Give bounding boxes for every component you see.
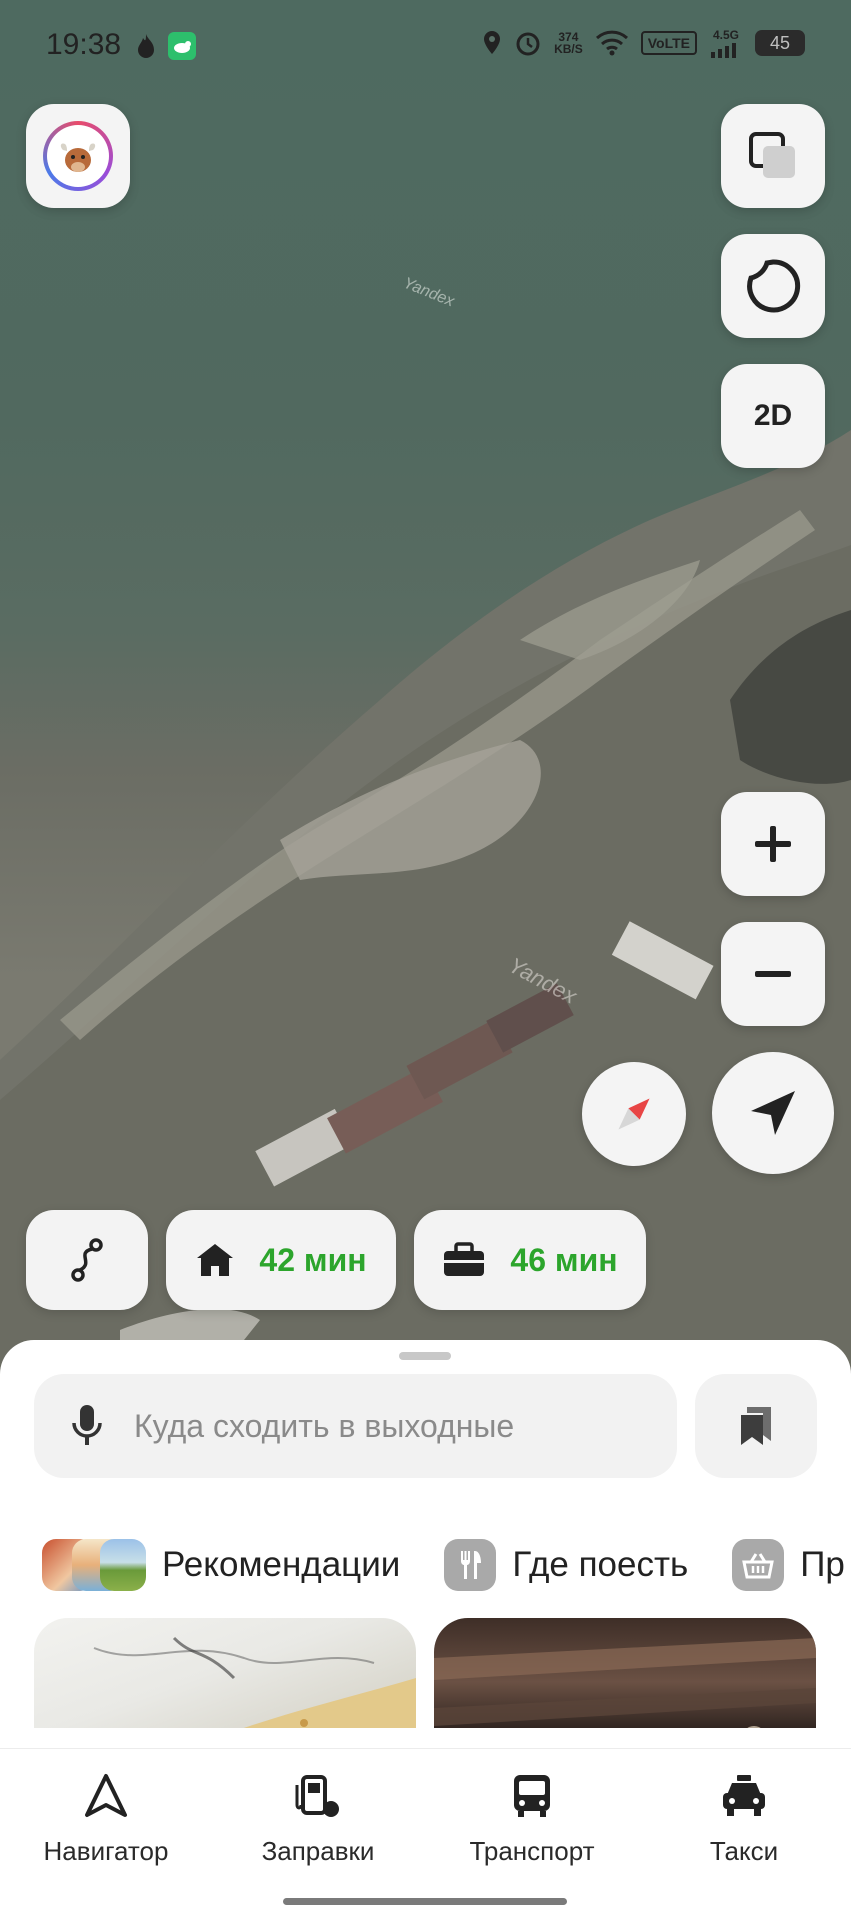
home-icon [197, 1244, 234, 1276]
nav-navigator[interactable]: Навигатор [6, 1773, 206, 1867]
nav-gas-stations[interactable]: Заправки [218, 1773, 418, 1867]
status-time: 19:38 [46, 28, 122, 61]
location-icon [482, 30, 502, 56]
route-icon [71, 1238, 103, 1282]
recommendation-cards[interactable] [34, 1618, 851, 1728]
signal-indicator: 4.5G [709, 28, 743, 58]
network-speed: 374 KB/S [554, 30, 583, 56]
nav-taxi[interactable]: Такси [644, 1773, 844, 1867]
profile-button[interactable] [26, 104, 130, 208]
battery-level: 45 [769, 32, 791, 53]
compass-button[interactable] [582, 1062, 686, 1166]
nav-label: Навигатор [43, 1836, 169, 1866]
yak-avatar-icon [60, 143, 96, 172]
zoom-in-button[interactable] [721, 792, 825, 896]
network-type: 4.5G [712, 28, 739, 42]
bookmarks-button[interactable] [695, 1374, 817, 1478]
recommendations-thumbnails [42, 1539, 146, 1591]
map-style-button[interactable] [721, 234, 825, 338]
category-recommendations[interactable]: Рекомендации [42, 1539, 400, 1591]
minus-icon [755, 971, 791, 977]
recommendation-card[interactable] [434, 1618, 816, 1728]
satellite-imagery [0, 430, 851, 1400]
category-label: Где поесть [512, 1545, 689, 1584]
map-view[interactable]: Yandex Yandex [0, 0, 851, 1400]
nav-transport[interactable]: Транспорт [432, 1773, 632, 1867]
bus-icon [514, 1775, 550, 1817]
nav-label: Заправки [261, 1836, 375, 1866]
battery-indicator: 45 [755, 30, 805, 56]
nav-label: Транспорт [469, 1836, 595, 1866]
compass-icon [618, 1098, 650, 1130]
fork-knife-icon [444, 1539, 497, 1591]
card-image [93, 1636, 416, 1728]
navigator-icon [85, 1774, 127, 1817]
location-arrow-icon [751, 1091, 795, 1135]
zoom-out-button[interactable] [721, 922, 825, 1026]
avatar [43, 121, 113, 191]
layers-icon [749, 132, 795, 178]
map-style-icon [747, 259, 801, 313]
view-mode-label: 2D [753, 399, 793, 432]
routes-button[interactable] [26, 1210, 148, 1310]
bookmarks-icon [741, 1407, 771, 1445]
category-list[interactable]: Рекомендации Где поесть Пр [42, 1520, 851, 1610]
taxi-icon [723, 1775, 765, 1816]
category-products[interactable]: Пр [732, 1539, 845, 1591]
gas-station-icon [295, 1775, 339, 1817]
search-input[interactable]: Куда сходить в выходные [134, 1408, 514, 1445]
card-image [434, 1638, 816, 1728]
sheet-drag-handle[interactable] [399, 1352, 451, 1360]
microphone-icon[interactable] [70, 1403, 104, 1449]
my-location-button[interactable] [712, 1052, 834, 1174]
alarm-icon [514, 29, 542, 57]
view-mode-button[interactable]: 2D [721, 364, 825, 468]
search-bar[interactable]: Куда сходить в выходные [34, 1374, 677, 1478]
app-notification-icon [168, 32, 196, 60]
work-route-time: 46 мин [510, 1241, 618, 1278]
home-indicator[interactable] [283, 1898, 567, 1905]
layers-button[interactable] [721, 104, 825, 208]
status-bar: 19:38 374 KB/S VoLTE 4.5G 45 [0, 0, 851, 90]
category-where-to-eat[interactable]: Где поесть [444, 1539, 688, 1591]
work-route-chip[interactable]: 46 мин [414, 1210, 646, 1310]
recommendation-card[interactable] [34, 1618, 416, 1728]
home-route-time: 42 мин [259, 1241, 367, 1278]
category-label: Рекомендации [162, 1545, 401, 1584]
home-route-chip[interactable]: 42 мин [166, 1210, 396, 1310]
wifi-icon [595, 30, 629, 56]
briefcase-icon [444, 1242, 485, 1276]
volte-badge: VoLTE [640, 31, 697, 55]
basket-icon [732, 1539, 785, 1591]
signal-icon [711, 43, 736, 58]
flame-icon [134, 32, 158, 68]
bottom-navigation[interactable]: Навигатор Заправки Транспорт Такси [0, 1748, 851, 1921]
nav-label: Такси [709, 1836, 779, 1866]
category-label: Пр [800, 1545, 845, 1584]
plus-icon [755, 826, 791, 862]
